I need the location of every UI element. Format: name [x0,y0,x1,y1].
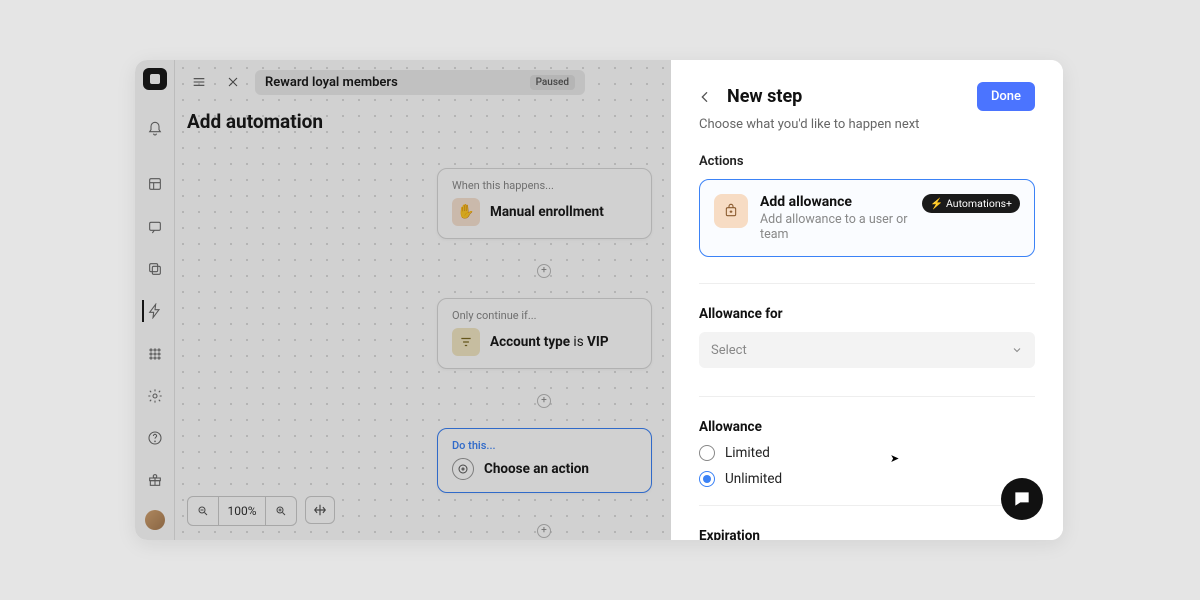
allowance-for-label: Allowance for [699,306,1035,322]
gift-icon[interactable] [143,468,167,492]
expiration-label: Expiration [699,528,1035,540]
radio-unlimited[interactable]: Unlimited [699,471,1035,487]
radio-label: Limited [725,445,770,461]
zoom-in-button[interactable] [266,497,296,525]
help-icon[interactable] [143,426,167,450]
app-logo[interactable] [143,68,167,90]
action-card-add-allowance[interactable]: Add allowance Add allowance to a user or… [699,179,1035,257]
pan-button[interactable] [305,496,335,524]
action-node[interactable]: Do this... Choose an action [437,428,652,493]
action-card-title: Add allowance [760,194,910,210]
done-button[interactable]: Done [977,82,1035,111]
allowance-label: Allowance [699,419,1035,435]
radio-icon [699,445,715,461]
app-window: Reward loyal members Paused Add automati… [135,60,1063,540]
hand-icon: ✋ [452,198,480,226]
radio-label: Unlimited [725,471,782,487]
step-panel: New step Done Choose what you'd like to … [671,60,1063,540]
chat-fab[interactable] [1001,478,1043,520]
radio-limited[interactable]: Limited [699,445,1035,461]
actions-section-label: Actions [699,154,1035,169]
divider [699,396,1035,397]
trigger-node[interactable]: When this happens... ✋ Manual enrollment [437,168,652,239]
trigger-title: Manual enrollment [490,204,604,220]
automations-plus-badge: ⚡ Automations+ [922,194,1020,213]
back-button[interactable] [695,87,715,107]
condition-text: Account type is VIP [490,334,609,350]
gear-icon[interactable] [143,384,167,408]
zoom-out-button[interactable] [188,497,218,525]
add-step-button[interactable]: + [537,524,551,538]
filter-icon [452,328,480,356]
zoom-level: 100% [218,497,266,525]
zoom-controls: 100% [187,496,335,526]
chevron-down-icon [1011,344,1023,356]
divider [699,505,1035,506]
bolt-icon[interactable] [142,300,166,322]
copy-icon[interactable] [143,258,167,280]
allowance-for-select[interactable]: Select [699,332,1035,368]
breadcrumb-title: Reward loyal members [265,75,398,90]
menu-icon[interactable] [187,70,211,94]
cursor-icon: ➤ [890,452,899,465]
left-nav-rail [135,60,175,540]
layout-icon[interactable] [143,173,167,195]
page-title: Add automation [187,110,323,133]
action-title: Choose an action [484,461,589,477]
bell-icon[interactable] [143,118,167,140]
select-placeholder: Select [711,343,747,358]
chat-icon[interactable] [143,215,167,237]
target-icon [452,458,474,480]
action-label: Do this... [452,439,637,452]
condition-node[interactable]: Only continue if... Account type is VIP [437,298,652,369]
trigger-label: When this happens... [452,179,637,192]
bolt-icon: ⚡ [930,197,943,210]
panel-title: New step [727,86,802,107]
radio-icon [699,471,715,487]
add-step-button[interactable]: + [537,394,551,408]
add-step-button[interactable]: + [537,264,551,278]
status-badge: Paused [530,75,575,90]
divider [699,283,1035,284]
close-icon[interactable] [221,70,245,94]
allowance-icon [714,194,748,228]
condition-label: Only continue if... [452,309,637,322]
grid-icon[interactable] [143,342,167,366]
breadcrumb[interactable]: Reward loyal members Paused [255,70,585,95]
user-avatar[interactable] [145,510,165,530]
panel-subtitle: Choose what you'd like to happen next [699,117,1035,132]
action-card-desc: Add allowance to a user or team [760,212,910,242]
